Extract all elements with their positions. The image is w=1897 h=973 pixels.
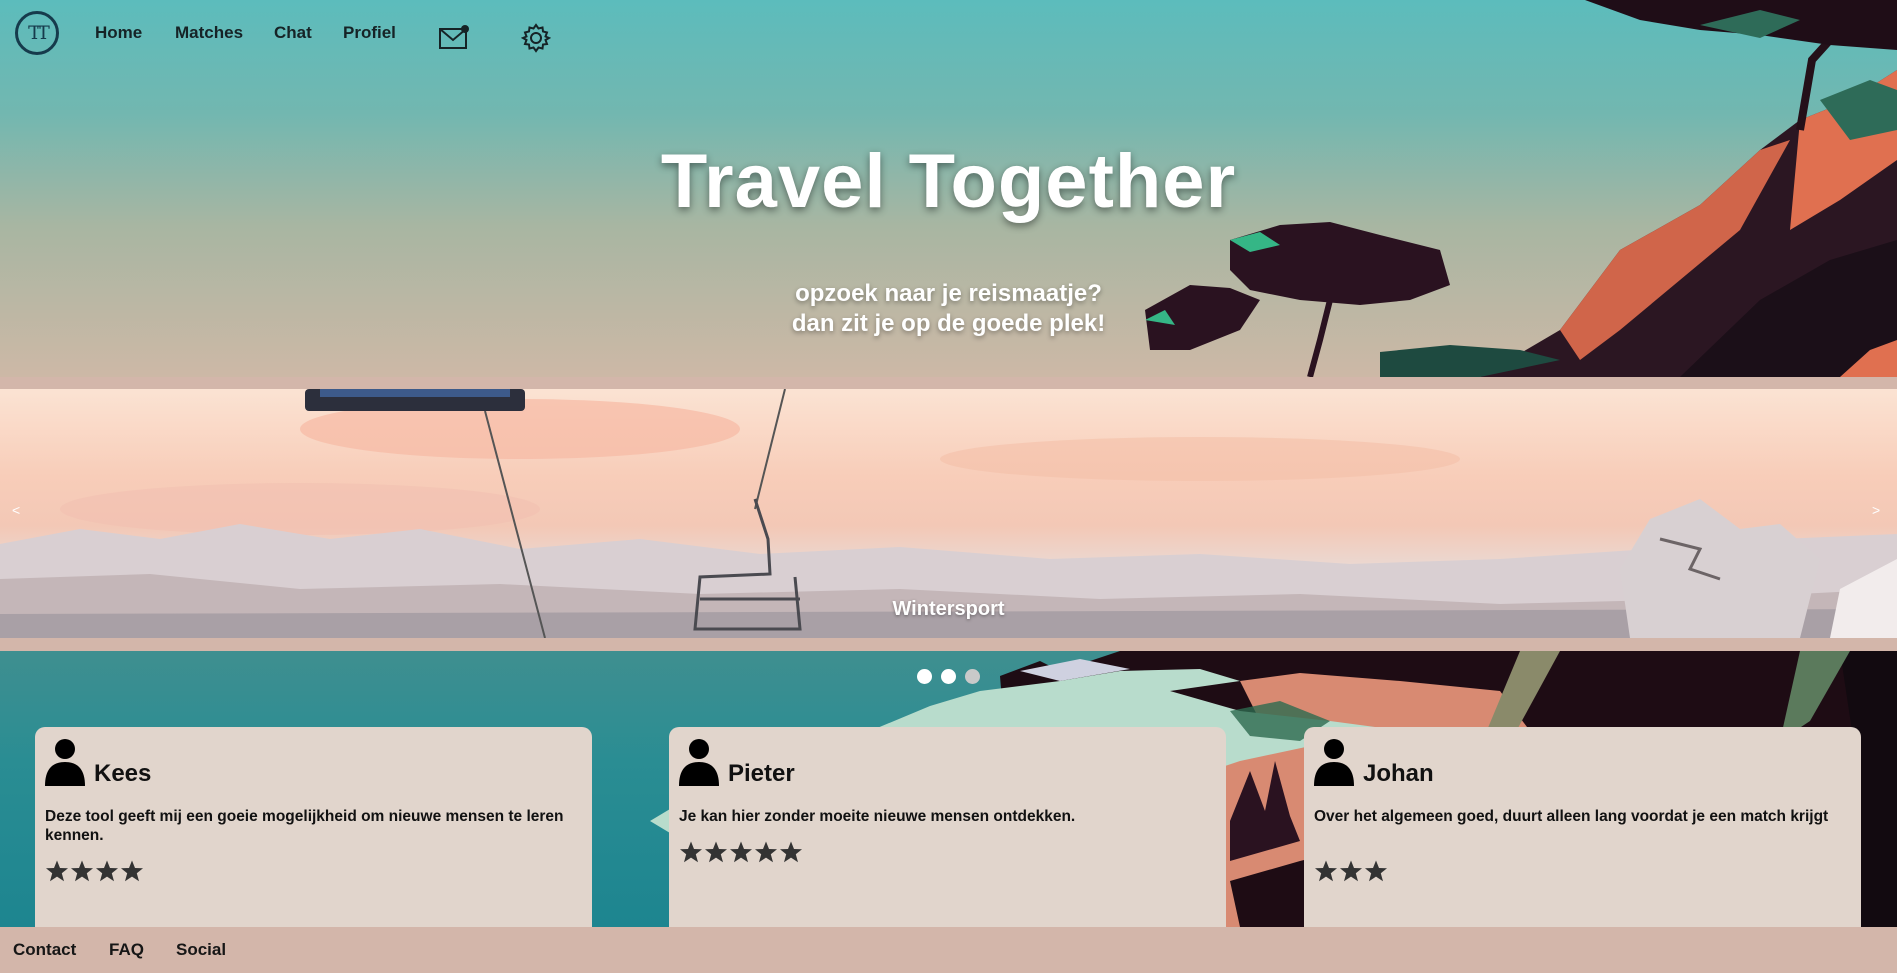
review-card: Johan Over het algemeen goed, duurt alle…: [1304, 727, 1861, 927]
hero-subtitle-line2: dan zit je op de goede plek!: [791, 310, 1106, 337]
hero-subtitle: opzoek naar je reismaatje? dan zit je op…: [0, 279, 1897, 339]
star-icon: [1340, 860, 1362, 882]
carousel-prev-arrow[interactable]: <: [12, 502, 20, 518]
review-card: Pieter Je kan hier zonder moeite nieuwe …: [669, 727, 1226, 927]
nav-item-matches[interactable]: Matches: [175, 23, 243, 43]
hero-section: TT Home Matches Chat Profiel Travel Toge…: [0, 0, 1897, 377]
review-text: Je kan hier zonder moeite nieuwe mensen …: [679, 808, 1076, 825]
carousel-indicators: [917, 669, 980, 684]
carousel-caption: Wintersport: [892, 598, 1005, 620]
star-icon: [730, 841, 752, 863]
star-icon: [680, 841, 702, 863]
star-icon: [780, 841, 802, 863]
footer-link-faq[interactable]: FAQ: [109, 940, 144, 960]
user-avatar-icon: [1314, 738, 1354, 791]
reviewer-name: Kees: [94, 760, 152, 787]
star-icon: [755, 841, 777, 863]
star-rating: [679, 840, 803, 864]
user-avatar-icon: [45, 738, 85, 791]
logo[interactable]: TT: [15, 11, 59, 55]
reviewer-name: Johan: [1363, 760, 1434, 787]
hero-title: Travel Together: [660, 139, 1237, 224]
nav-item-home[interactable]: Home: [95, 23, 142, 43]
reviews-section: Kees Deze tool geeft mij een goeie mogel…: [0, 651, 1897, 927]
star-icon: [1365, 860, 1387, 882]
nav-item-chat[interactable]: Chat: [274, 23, 312, 43]
footer-link-contact[interactable]: Contact: [13, 940, 76, 960]
star-icon: [121, 860, 143, 882]
star-icon: [96, 860, 118, 882]
review-text: Over het algemeen goed, duurt alleen lan…: [1314, 808, 1829, 825]
gear-icon[interactable]: [520, 23, 552, 58]
hero-subtitle-line1: opzoek naar je reismaatje?: [795, 280, 1102, 307]
star-rating: [1314, 859, 1388, 883]
star-icon: [705, 841, 727, 863]
nav-item-profiel[interactable]: Profiel: [343, 23, 396, 43]
star-icon: [46, 860, 68, 882]
carousel-next-arrow[interactable]: >: [1872, 502, 1880, 518]
image-carousel: < > Wintersport: [0, 389, 1897, 638]
reviewer-name: Pieter: [728, 760, 795, 787]
star-rating: [45, 859, 144, 883]
footer: Contact FAQ Social: [0, 927, 1897, 973]
logo-text: TT: [28, 22, 50, 44]
star-icon: [71, 860, 93, 882]
user-avatar-icon: [679, 738, 719, 791]
carousel-dot-2[interactable]: [941, 669, 956, 684]
carousel-dot-1[interactable]: [917, 669, 932, 684]
star-icon: [1315, 860, 1337, 882]
main-nav: TT Home Matches Chat Profiel: [0, 0, 700, 78]
mail-icon[interactable]: [438, 24, 470, 55]
review-card: Kees Deze tool geeft mij een goeie mogel…: [35, 727, 592, 927]
carousel-dot-3[interactable]: [965, 669, 980, 684]
footer-link-social[interactable]: Social: [176, 940, 226, 960]
review-text: Deze tool geeft mij een goeie mogelijkhe…: [45, 808, 564, 844]
